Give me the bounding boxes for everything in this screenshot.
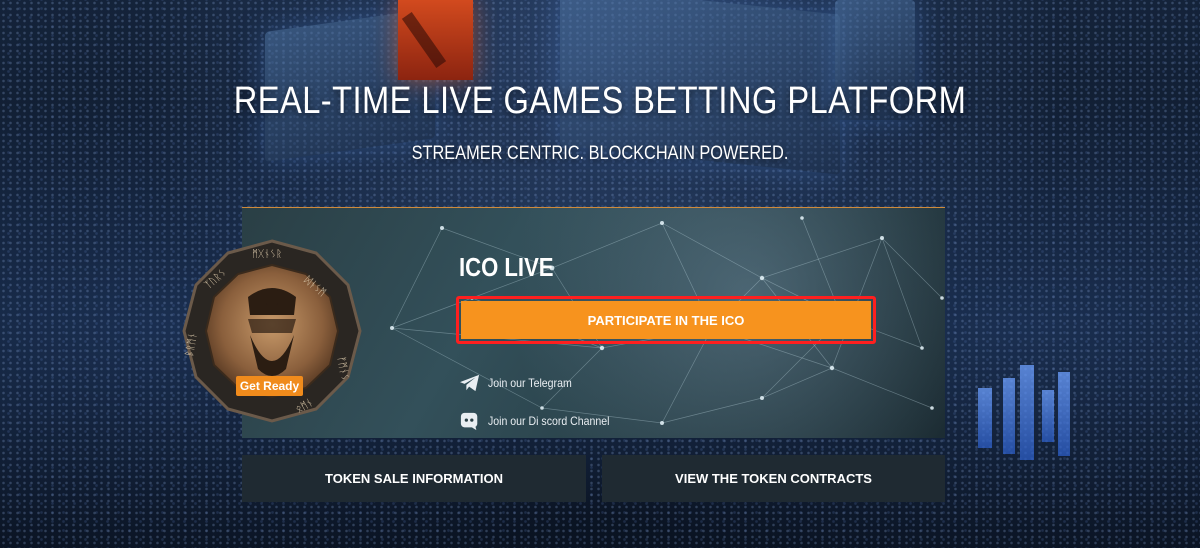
stage-light bbox=[1058, 372, 1070, 456]
coin-emblem-icon: ᛗᚷᚾᛊᚱ ᛞᚾᛊᛗ ᛉᚢᚱᛊ ᚠᛗᚾᛊ ᛒᚱᛗᚾ ᛟᛗᚾ bbox=[182, 239, 362, 423]
discord-icon bbox=[460, 412, 478, 431]
token-sale-info-button[interactable]: TOKEN SALE INFORMATION bbox=[242, 455, 586, 502]
stage-light bbox=[978, 388, 992, 448]
telegram-link[interactable]: Join our Telegram bbox=[459, 373, 583, 393]
get-ready-badge: Get Ready bbox=[236, 376, 303, 396]
stage-light bbox=[1020, 365, 1034, 460]
game-banner-image bbox=[398, 0, 473, 80]
discord-link-label: Join our Di scord Channel bbox=[488, 414, 610, 428]
hero-subtitle: STREAMER CENTRIC. BLOCKCHAIN POWERED. bbox=[411, 143, 789, 164]
stage-light bbox=[1003, 378, 1015, 454]
telegram-icon bbox=[460, 374, 480, 392]
svg-text:ᛗᚷᚾᛊᚱ: ᛗᚷᚾᛊᚱ bbox=[252, 249, 282, 260]
hero-section: REAL-TIME LIVE GAMES BETTING PLATFORM ST… bbox=[0, 0, 1200, 548]
hero-title: REAL-TIME LIVE GAMES BETTING PLATFORM bbox=[233, 80, 967, 122]
stage-light bbox=[1042, 390, 1054, 442]
participate-ico-button[interactable]: PARTICIPATE IN THE ICO bbox=[461, 301, 871, 339]
view-token-contracts-button[interactable]: VIEW THE TOKEN CONTRACTS bbox=[602, 455, 945, 502]
participate-highlight: PARTICIPATE IN THE ICO bbox=[456, 296, 876, 344]
telegram-link-label: Join our Telegram bbox=[488, 376, 572, 390]
ico-heading: ICO LIVE bbox=[459, 252, 554, 282]
discord-link[interactable]: Join our Di scord Channel bbox=[459, 411, 626, 431]
